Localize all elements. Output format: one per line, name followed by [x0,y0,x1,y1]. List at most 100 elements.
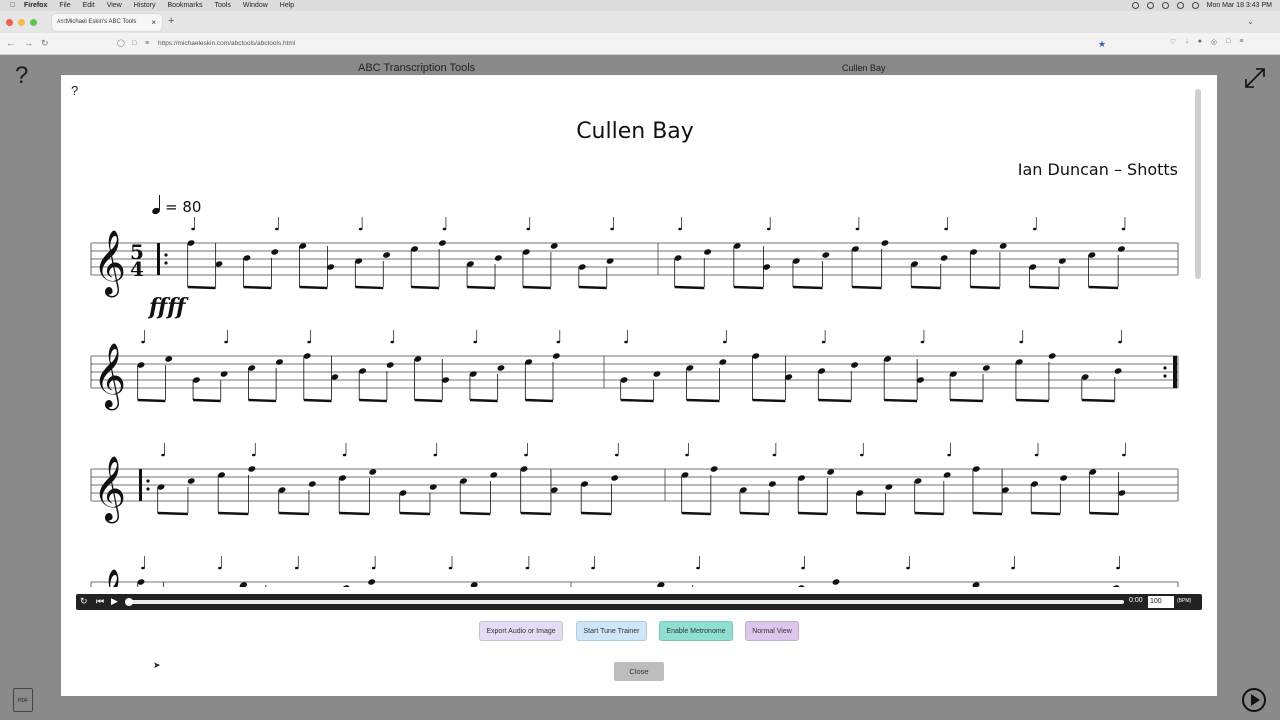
app-menus: Firefox File Edit View History Bookmarks Tools… [24,0,294,11]
menu-item-help[interactable]: Help [280,0,294,11]
tab-close-icon[interactable]: × [151,14,156,31]
zoom-window-icon[interactable] [30,19,37,26]
browser-tab[interactable]: ABC Michael Eskin's ABC Tools × [52,14,162,31]
address-bar[interactable]: ◯ □ ≡ https://michaeleskin.com/abctools/… [110,37,1115,51]
url-text[interactable]: https://michaeleskin.com/abctools/abctoo… [158,37,295,51]
staff-1 [90,217,1179,290]
window-controls [6,19,37,26]
note [550,243,558,249]
enable-metronome-button[interactable]: Enable Metronome [659,621,733,641]
note [1015,330,1050,403]
extension-icon[interactable]: ● [1198,38,1202,46]
note [851,362,859,368]
downloads-icon[interactable]: ↓ [1185,38,1189,46]
back-icon[interactable]: ← [6,38,15,48]
note [1011,556,1015,570]
restart-icon[interactable]: ⏮ [96,596,104,607]
progress-bar[interactable] [125,598,1124,606]
note [520,443,552,516]
note [827,469,835,475]
menu-item-edit[interactable]: Edit [83,0,95,11]
play-circle-icon[interactable] [1242,688,1266,712]
control-center-icon[interactable] [1191,2,1199,9]
new-tab-button[interactable]: + [168,15,174,27]
note [851,217,883,290]
note [883,356,918,403]
vpn-icon[interactable]: ◎ [1211,38,1217,46]
page-app-title: ABC Transcription Tools [358,62,476,74]
note [354,217,384,290]
note [552,330,561,359]
menu-item-tools[interactable]: Tools [215,0,231,11]
note [591,556,595,570]
volume-icon[interactable] [1161,2,1169,9]
menu-icon[interactable]: ≡ [1239,38,1243,46]
bookmark-star-icon[interactable]: ★ [1098,37,1106,51]
note [792,258,823,290]
note [768,443,777,487]
note [243,255,272,290]
note [386,330,395,368]
pocket-icon[interactable]: ♡ [1170,38,1176,46]
expand-icon[interactable] [1242,65,1268,91]
svg-text:= 80: = 80 [165,198,201,216]
loop-icon[interactable]: ↻ [80,596,88,607]
note [271,217,279,255]
note [308,481,316,487]
tracking-protection-icon[interactable]: ◯ [117,37,125,51]
note [914,478,945,516]
audio-player: ↻ ⏮ ▶ 0:00 100 (BPM) [76,594,1202,610]
note [681,443,712,516]
note [469,330,499,403]
note [797,475,828,516]
note [972,582,980,587]
apple-icon[interactable]:  [10,0,15,11]
menu-item-firefox[interactable]: Firefox [24,0,47,11]
share-icon[interactable]: □ [1226,38,1230,46]
search-icon[interactable] [1176,2,1184,9]
bpm-input[interactable]: 100 [1148,596,1174,608]
menu-item-bookmarks[interactable]: Bookmarks [168,0,203,11]
minimize-window-icon[interactable] [18,19,25,26]
start-tune-trainer-button[interactable]: Start Tune Trainer [576,621,647,641]
note [710,466,718,472]
note [248,365,277,403]
permissions-icon[interactable]: ≡ [145,37,149,51]
pdf-icon[interactable]: PDF [13,688,33,712]
forward-icon[interactable]: → [24,38,33,48]
note [1112,556,1120,587]
menu-item-history[interactable]: History [134,0,156,11]
staff-4: 𝄞 [90,556,1179,587]
note [822,252,830,258]
list-all-tabs-icon[interactable]: ⌄ [1247,17,1254,26]
lock-icon[interactable]: □ [132,37,136,51]
menu-item-view[interactable]: View [107,0,122,11]
note [294,556,299,570]
page-tune-title: Cullen Bay [842,63,886,73]
wifi-icon[interactable] [1146,2,1154,9]
note [856,443,886,516]
menu-item-window[interactable]: Window [243,0,268,11]
note [157,443,189,516]
note [940,217,948,261]
modal-scrollbar[interactable] [1195,89,1201,279]
note [881,240,889,246]
note [358,368,388,403]
help-icon[interactable]: ? [15,62,28,90]
tune-modal: ? Cullen Bay Ian Duncan – Shotts = 80 𝄞 𝄞… [61,75,1217,696]
note [719,330,727,365]
close-button[interactable]: Close [614,662,664,681]
play-icon[interactable]: ▶ [111,596,118,607]
note [797,556,805,587]
close-window-icon[interactable] [6,19,13,26]
record-icon[interactable] [1131,2,1139,9]
reload-icon[interactable]: ↻ [41,38,49,49]
dynamic-marking: ffff [147,294,189,320]
menu-item-file[interactable]: File [59,0,70,11]
note [429,443,438,490]
export-audio-image-button[interactable]: Export Audio or Image [479,621,563,641]
progress-knob[interactable] [125,598,133,606]
normal-view-button[interactable]: Normal View [745,621,799,641]
note [817,330,852,403]
browser-tab-bar: ABC Michael Eskin's ABC Tools × + ⌄ [0,11,1280,33]
